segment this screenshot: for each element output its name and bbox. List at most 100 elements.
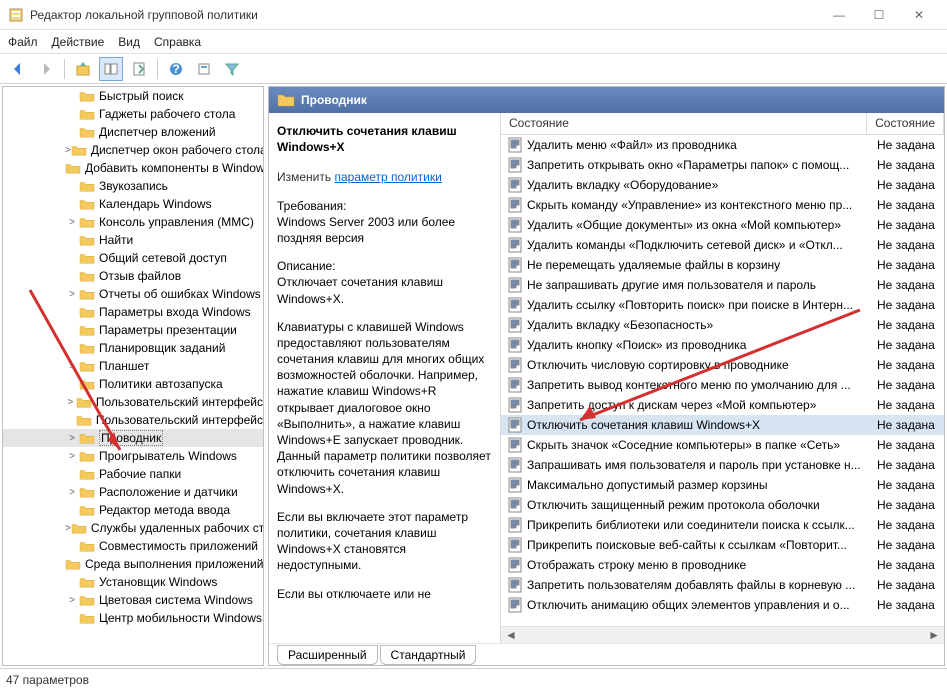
help-button[interactable]: ? <box>164 57 188 81</box>
edit-line: Изменить параметр политики <box>277 169 492 185</box>
menu-view[interactable]: Вид <box>118 35 140 49</box>
tree-item-label: Найти <box>99 233 133 247</box>
row-label: Прикрепить библиотеки или соединители по… <box>527 518 855 532</box>
export-button[interactable] <box>127 57 151 81</box>
tree-item[interactable]: >Планшет <box>3 357 263 375</box>
menu-action[interactable]: Действие <box>52 35 105 49</box>
list-row[interactable]: Максимально допустимый размер корзиныНе … <box>501 475 944 495</box>
list-row[interactable]: Запретить открывать окно «Параметры папо… <box>501 155 944 175</box>
list-row[interactable]: Скрыть значок «Соседние компьютеры» в па… <box>501 435 944 455</box>
list-row[interactable]: Прикрепить библиотеки или соединители по… <box>501 515 944 535</box>
back-button[interactable] <box>6 57 30 81</box>
tree-item[interactable]: Совместимость приложений <box>3 537 263 555</box>
list-header: Состояние Состояние <box>501 113 944 135</box>
list-row[interactable]: Отключить защищенный режим протокола обо… <box>501 495 944 515</box>
up-button[interactable] <box>71 57 95 81</box>
tree-item[interactable]: Гаджеты рабочего стола <box>3 105 263 123</box>
list-row[interactable]: Отключить сочетания клавиш Windows+XНе з… <box>501 415 944 435</box>
h-scrollbar[interactable]: ◄► <box>501 626 944 643</box>
list-row[interactable]: Отображать строку меню в проводникеНе за… <box>501 555 944 575</box>
tree-item[interactable]: Центр мобильности Windows <box>3 609 263 627</box>
list-row[interactable]: Запрашивать имя пользователя и пароль пр… <box>501 455 944 475</box>
list-row[interactable]: Не запрашивать другие имя пользователя и… <box>501 275 944 295</box>
tree-item[interactable]: >Проигрыватель Windows <box>3 447 263 465</box>
list-row[interactable]: Удалить вкладку «Оборудование»Не задана <box>501 175 944 195</box>
tree-item[interactable]: >Проводник <box>3 429 263 447</box>
tree-item[interactable]: Среда выполнения приложений <box>3 555 263 573</box>
list-row[interactable]: Запретить пользователям добавлять файлы … <box>501 575 944 595</box>
col-state[interactable]: Состояние <box>867 113 944 134</box>
row-label: Удалить ссылку «Повторить поиск» при пои… <box>527 298 853 312</box>
close-button[interactable]: ✕ <box>899 0 939 30</box>
tree-item[interactable]: Пользовательский интерфейс <box>3 411 263 429</box>
tree-item-label: Установщик Windows <box>99 575 217 589</box>
tree-item-label: Общий сетевой доступ <box>99 251 227 265</box>
list-row[interactable]: Удалить вкладку «Безопасность»Не задана <box>501 315 944 335</box>
tree-item[interactable]: >Консоль управления (MMC) <box>3 213 263 231</box>
forward-button[interactable] <box>34 57 58 81</box>
tree-item[interactable]: Планировщик заданий <box>3 339 263 357</box>
tab-extended[interactable]: Расширенный <box>277 645 378 665</box>
list-row[interactable]: Запретить вывод контекстного меню по умо… <box>501 375 944 395</box>
tree-item-label: Гаджеты рабочего стола <box>99 107 235 121</box>
list-row[interactable]: Скрыть команду «Управление» из контекстн… <box>501 195 944 215</box>
tree-item[interactable]: Общий сетевой доступ <box>3 249 263 267</box>
show-hide-tree-button[interactable] <box>99 57 123 81</box>
list-row[interactable]: Удалить «Общие документы» из окна «Мой к… <box>501 215 944 235</box>
tree-item[interactable]: >Службы удаленных рабочих столов <box>3 519 263 537</box>
expander-icon[interactable]: > <box>65 397 76 408</box>
expander-icon[interactable]: > <box>65 217 79 228</box>
menu-help[interactable]: Справка <box>154 35 201 49</box>
tree-item[interactable]: >Расположение и датчики <box>3 483 263 501</box>
list-row[interactable]: Удалить кнопку «Поиск» из проводникаНе з… <box>501 335 944 355</box>
tree-item-label: Совместимость приложений <box>99 539 258 553</box>
tree-item[interactable]: Календарь Windows <box>3 195 263 213</box>
tree-item[interactable]: >Отчеты об ошибках Windows <box>3 285 263 303</box>
tree-item[interactable]: Быстрый поиск <box>3 87 263 105</box>
minimize-button[interactable]: — <box>819 0 859 30</box>
tree-pane[interactable]: Быстрый поиск Гаджеты рабочего стола Диспе… <box>2 86 264 666</box>
tree-item-label: Звукозапись <box>99 179 168 193</box>
col-name[interactable]: Состояние <box>501 113 867 134</box>
filter-button[interactable] <box>220 57 244 81</box>
tab-standard[interactable]: Стандартный <box>380 645 477 665</box>
list-row[interactable]: Не перемещать удаляемые файлы в корзинуН… <box>501 255 944 275</box>
tree-item[interactable]: Диспетчер вложений <box>3 123 263 141</box>
tree-item[interactable]: Отзыв файлов <box>3 267 263 285</box>
list-row[interactable]: Прикрепить поисковые веб-сайты к ссылкам… <box>501 535 944 555</box>
list-row[interactable]: Удалить команды «Подключить сетевой диск… <box>501 235 944 255</box>
tree-item[interactable]: Установщик Windows <box>3 573 263 591</box>
expander-icon[interactable]: > <box>65 487 79 498</box>
tree-item[interactable]: >Цветовая система Windows <box>3 591 263 609</box>
properties-button[interactable] <box>192 57 216 81</box>
tree-item[interactable]: >Диспетчер окон рабочего стола <box>3 141 263 159</box>
status-text: 47 параметров <box>6 673 89 687</box>
list-row[interactable]: Запретить доступ к дискам через «Мой ком… <box>501 395 944 415</box>
expander-icon[interactable]: > <box>65 361 79 372</box>
tree-item[interactable]: Рабочие папки <box>3 465 263 483</box>
expander-icon[interactable]: > <box>65 595 79 606</box>
tree-item[interactable]: Параметры входа Windows <box>3 303 263 321</box>
list-row[interactable]: Удалить ссылку «Повторить поиск» при пои… <box>501 295 944 315</box>
folder-icon <box>277 92 295 108</box>
list-row[interactable]: Удалить меню «Файл» из проводникаНе зада… <box>501 135 944 155</box>
expander-icon[interactable]: > <box>65 451 79 462</box>
tree-item[interactable]: Политики автозапуска <box>3 375 263 393</box>
menu-file[interactable]: Файл <box>8 35 38 49</box>
expander-icon[interactable]: > <box>65 289 79 300</box>
tree-item[interactable]: Редактор метода ввода <box>3 501 263 519</box>
list-body[interactable]: Удалить меню «Файл» из проводникаНе зада… <box>501 135 944 626</box>
expander-icon[interactable]: > <box>65 433 79 444</box>
tree-item[interactable]: >Пользовательский интерфейс <box>3 393 263 411</box>
tree-item[interactable]: Найти <box>3 231 263 249</box>
tree-item-label: Политики автозапуска <box>99 377 223 391</box>
list-row[interactable]: Отключить числовую сортировку в проводни… <box>501 355 944 375</box>
tree-item[interactable]: Звукозапись <box>3 177 263 195</box>
tree-item[interactable]: Добавить компоненты в Windows <box>3 159 263 177</box>
description-pane: Отключить сочетания клавиш Windows+X Изм… <box>269 113 501 643</box>
edit-policy-link[interactable]: параметр политики <box>334 170 441 184</box>
list-row[interactable]: Отключить анимацию общих элементов управ… <box>501 595 944 615</box>
maximize-button[interactable]: ☐ <box>859 0 899 30</box>
tree-item[interactable]: Параметры презентации <box>3 321 263 339</box>
row-label: Удалить кнопку «Поиск» из проводника <box>527 338 746 352</box>
